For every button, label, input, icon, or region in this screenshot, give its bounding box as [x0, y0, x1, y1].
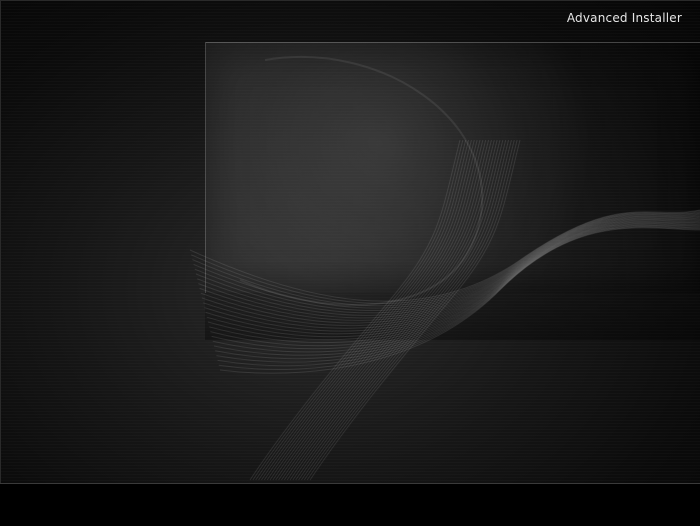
wave-line: [216, 225, 700, 363]
installer-splash-window: Advanced Installer: [0, 0, 700, 526]
wave-line: [306, 139, 518, 481]
wave-line: [199, 215, 700, 321]
wave-line: [210, 222, 700, 347]
wave-lines: [189, 139, 700, 481]
decorative-wave-graphic: [189, 55, 700, 481]
brand-label: Advanced Installer: [566, 11, 682, 25]
wave-line: [309, 139, 521, 481]
wave-line: [197, 214, 700, 316]
bottom-bar: [0, 483, 700, 526]
